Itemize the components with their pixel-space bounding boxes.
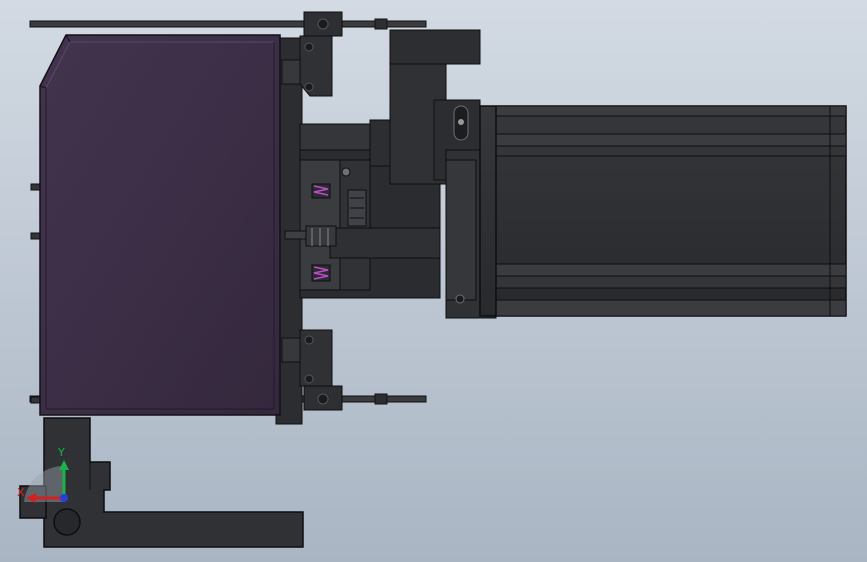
bottom-slider-block <box>299 329 343 411</box>
servo-motor <box>479 105 847 317</box>
cad-viewport[interactable]: Y X <box>0 0 867 562</box>
top-guide-rod <box>29 18 427 30</box>
top-slider-block <box>299 11 343 97</box>
spring-lower <box>311 264 331 282</box>
x-axis-label: X <box>17 486 25 499</box>
y-axis-label: Y <box>57 446 65 459</box>
purple-housing <box>39 34 281 416</box>
cad-drawing: Y X <box>17 11 847 548</box>
spring-upper <box>311 183 331 199</box>
